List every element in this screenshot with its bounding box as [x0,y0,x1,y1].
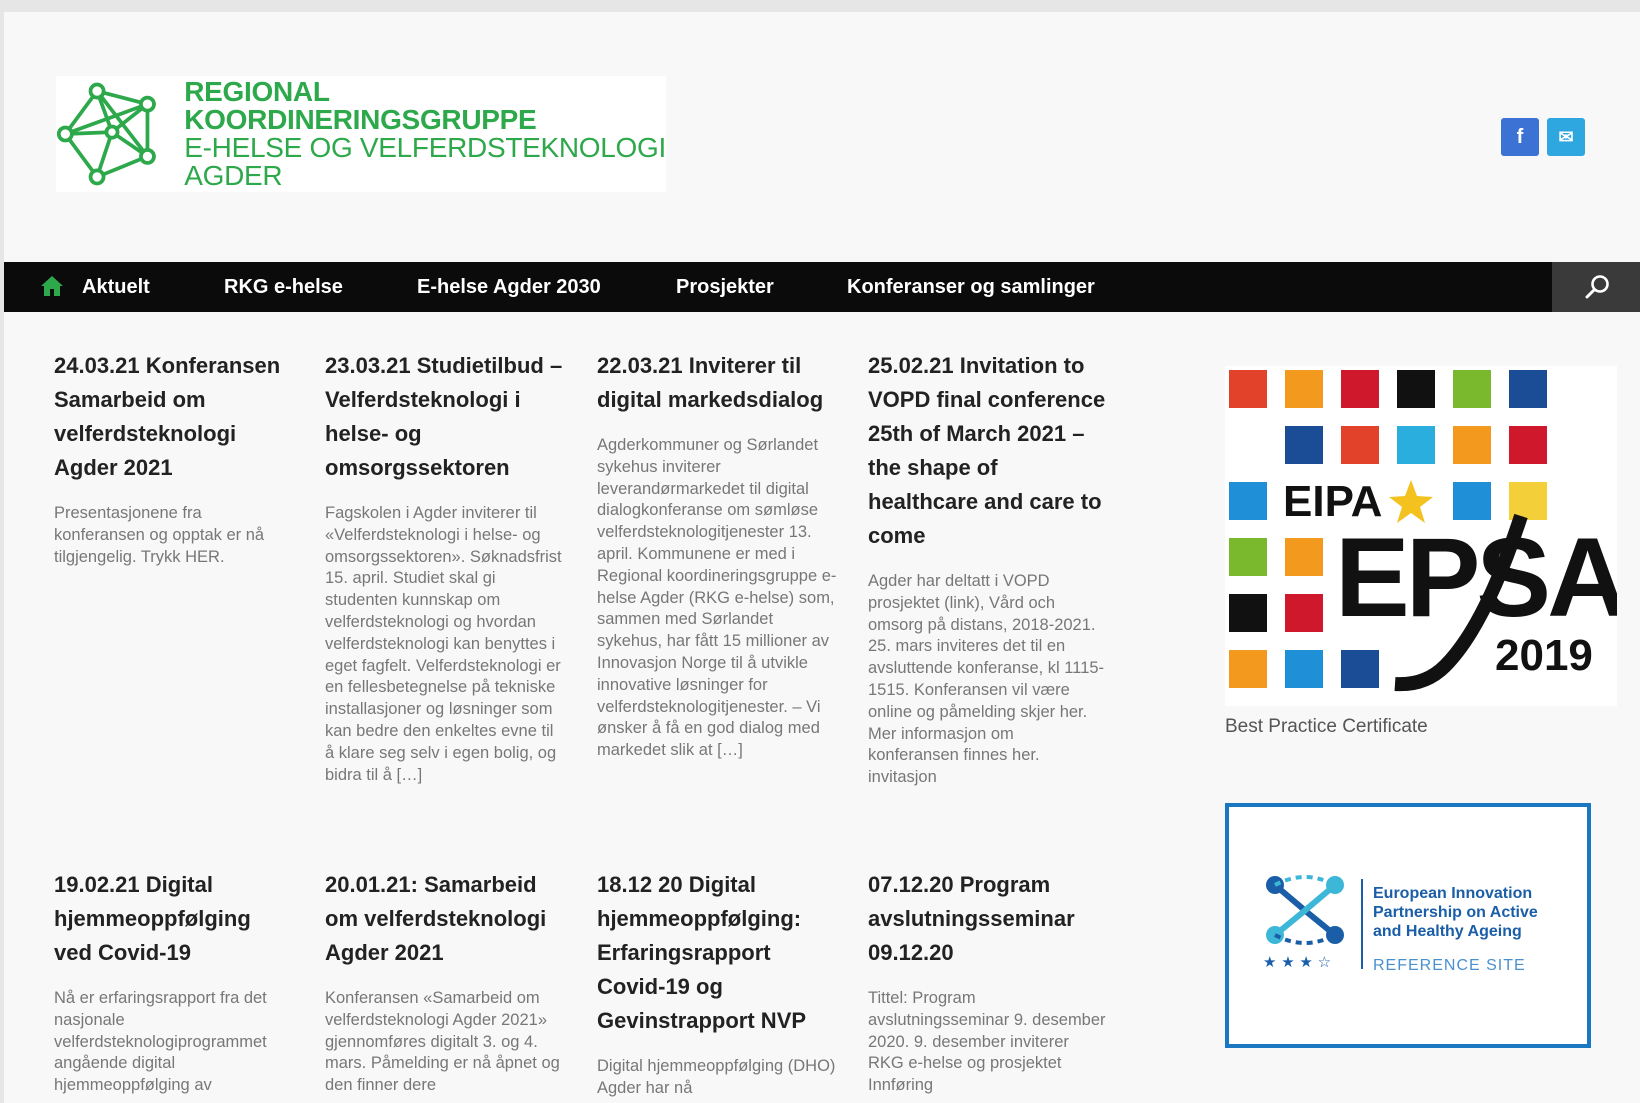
nav-item-e-helse-agder-2030[interactable]: E-helse Agder 2030 [417,262,601,312]
network-logo-icon [56,82,156,186]
post-excerpt: Tittel: Program avslutningsseminar 9. de… [868,989,1106,1095]
logo-line-3: E-HELSE OG VELFERDSTEKNOLOGI [184,132,666,163]
post-card: 23.03.21 Studietilbud – Velferdsteknolog… [325,349,565,786]
eip-aha-logo-icon: ★ ★ ★ ☆ [1263,875,1344,971]
eip-title: European Innovation Partnership on Activ… [1373,884,1538,941]
eip-line-3: and Healthy Ageing [1373,923,1522,940]
rating-stars: ★ ★ ★ ☆ [1263,953,1331,971]
epsa-badge-graphic: EIPA EPSA 2019 [1229,370,1629,692]
certificate-caption: Best Practice Certificate [1225,716,1428,737]
search-button[interactable] [1552,262,1640,312]
mail-icon: ✉ [1558,126,1574,147]
post-title[interactable]: 20.01.21: Samarbeid om velferdsteknologi… [325,868,565,970]
logo-text: REGIONAL KOORDINERINGSGRUPPE E-HELSE OG … [184,78,666,190]
nav-item-aktuelt[interactable]: Aktuelt [82,262,150,312]
post-excerpt: Agderkommuner og Sørlandet sykehus invit… [597,436,837,760]
post-title[interactable]: 24.03.21 Konferansen Samarbeid om velfer… [54,349,294,485]
post-card: 19.02.21 Digital hjemmeoppfølging ved Co… [54,868,294,1097]
logo-line-2: KOORDINERINGSGRUPPE [184,104,537,135]
main-nav: Aktuelt RKG e-helse E-helse Agder 2030 P… [4,262,1640,312]
post-excerpt: Fagskolen i Agder inviterer til «Velferd… [325,504,562,784]
post-title[interactable]: 22.03.21 Inviterer til digital markedsdi… [597,349,837,417]
site-logo[interactable]: REGIONAL KOORDINERINGSGRUPPE E-HELSE OG … [56,76,666,192]
nav-item-rkg-e-helse[interactable]: RKG e-helse [224,262,343,312]
epsa-2019-badge[interactable]: EIPA EPSA 2019 [1225,366,1629,706]
site-header: REGIONAL KOORDINERINGSGRUPPE E-HELSE OG … [4,12,1640,262]
logo-line-4: AGDER [184,160,283,191]
home-icon[interactable] [40,275,64,297]
post-excerpt: Digital hjemmeoppfølging (DHO) Agder har… [597,1057,836,1097]
post-title[interactable]: 23.03.21 Studietilbud – Velferdsteknolog… [325,349,565,485]
post-card: 18.12 20 Digital hjemmeoppfølging: Erfar… [597,868,837,1100]
post-card: 07.12.20 Program avslutningsseminar 09.1… [868,868,1108,1097]
post-excerpt: Nå er erfaringsrapport fra det nasjonale… [54,989,267,1095]
post-excerpt: Agder har deltatt i VOPD prosjektet (lin… [868,572,1105,787]
post-card: 24.03.21 Konferansen Samarbeid om velfer… [54,349,294,568]
post-title[interactable]: 19.02.21 Digital hjemmeoppfølging ved Co… [54,868,294,970]
search-icon [1585,275,1609,299]
post-title[interactable]: 07.12.20 Program avslutningsseminar 09.1… [868,868,1108,970]
post-excerpt: Presentasjonene fra konferansen og oppta… [54,504,265,566]
page: REGIONAL KOORDINERINGSGRUPPE E-HELSE OG … [4,12,1640,1103]
post-title[interactable]: 18.12 20 Digital hjemmeoppfølging: Erfar… [597,868,837,1038]
logo-line-1: REGIONAL [184,76,330,107]
eip-line-1: European Innovation [1373,885,1533,902]
eip-divider [1361,879,1363,969]
email-button[interactable]: ✉ [1547,118,1585,156]
post-card: 22.03.21 Inviterer til digital markedsdi… [597,349,837,762]
facebook-icon: f [1516,125,1524,148]
reference-site-label: REFERENCE SITE [1373,957,1526,974]
post-excerpt: Konferansen «Samarbeid om velferdsteknol… [325,989,560,1095]
post-title[interactable]: 25.02.21 Invitation to VOPD final confer… [868,349,1108,553]
nav-item-prosjekter[interactable]: Prosjekter [676,262,774,312]
epsa-year: 2019 [1495,631,1593,680]
eip-aha-reference-site-badge[interactable]: ★ ★ ★ ☆ European Innovation Partnership … [1225,803,1591,1048]
post-card: 25.02.21 Invitation to VOPD final confer… [868,349,1108,789]
post-card: 20.01.21: Samarbeid om velferdsteknologi… [325,868,565,1097]
nav-item-konferanser[interactable]: Konferanser og samlinger [847,262,1095,312]
facebook-button[interactable]: f [1501,118,1539,156]
eip-line-2: Partnership on Active [1373,904,1538,921]
